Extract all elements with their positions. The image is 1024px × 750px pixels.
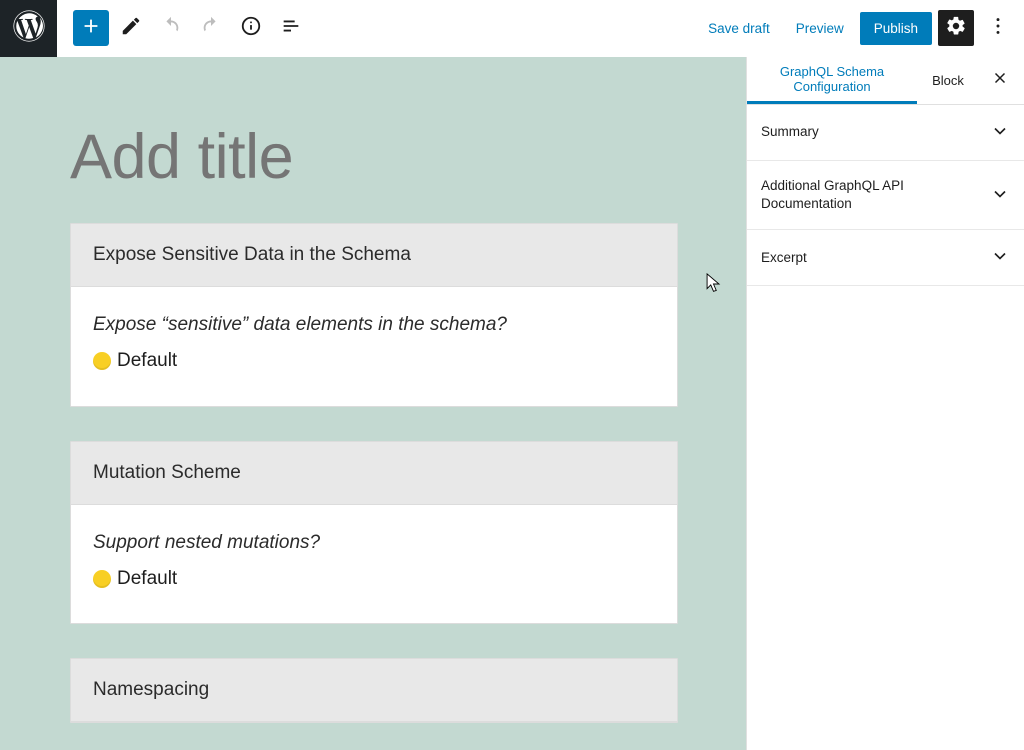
card-header: Mutation Scheme bbox=[71, 442, 677, 505]
panel-title: Additional GraphQL API Documentation bbox=[761, 177, 951, 213]
pencil-icon bbox=[120, 15, 142, 42]
wp-home-button[interactable] bbox=[0, 0, 57, 57]
settings-button[interactable] bbox=[938, 10, 974, 46]
kebab-icon bbox=[987, 15, 1009, 42]
list-icon bbox=[280, 15, 302, 42]
tab-graphql-schema-config[interactable]: GraphQL Schema Configuration bbox=[747, 57, 917, 104]
gear-icon bbox=[945, 15, 967, 42]
undo-icon bbox=[160, 15, 182, 42]
card-header: Expose Sensitive Data in the Schema bbox=[71, 224, 677, 287]
tab-block[interactable]: Block bbox=[917, 57, 979, 104]
edit-tools-button[interactable] bbox=[113, 10, 149, 46]
redo-icon bbox=[200, 15, 222, 42]
document-outline-button[interactable] bbox=[273, 10, 309, 46]
panel-title: Summary bbox=[761, 123, 819, 141]
info-icon bbox=[240, 15, 262, 42]
card-prompt: Support nested mutations? bbox=[93, 527, 655, 559]
add-block-button[interactable] bbox=[73, 10, 109, 46]
editor-canvas[interactable]: Expose Sensitive Data in the Schema Expo… bbox=[0, 57, 746, 750]
schema-block-namespacing[interactable]: Namespacing bbox=[70, 658, 678, 723]
chevron-down-icon bbox=[990, 184, 1010, 207]
card-value: Default bbox=[117, 563, 177, 595]
schema-block-mutation-scheme[interactable]: Mutation Scheme Support nested mutations… bbox=[70, 441, 678, 625]
panel-title: Excerpt bbox=[761, 249, 807, 267]
settings-sidebar: GraphQL Schema Configuration Block Summa… bbox=[746, 57, 1024, 750]
wordpress-logo-icon bbox=[12, 9, 46, 48]
close-sidebar-button[interactable] bbox=[979, 57, 1021, 104]
plus-icon bbox=[80, 15, 102, 42]
save-draft-link[interactable]: Save draft bbox=[698, 13, 780, 44]
chevron-down-icon bbox=[990, 121, 1010, 144]
card-header: Namespacing bbox=[71, 659, 677, 722]
card-value: Default bbox=[117, 345, 177, 377]
card-prompt: Expose “sensitive” data elements in the … bbox=[93, 309, 655, 341]
close-icon bbox=[991, 69, 1009, 92]
publish-button[interactable]: Publish bbox=[860, 12, 932, 45]
panel-additional-docs[interactable]: Additional GraphQL API Documentation bbox=[747, 161, 1024, 230]
redo-button[interactable] bbox=[193, 10, 229, 46]
preview-link[interactable]: Preview bbox=[786, 13, 854, 44]
chevron-down-icon bbox=[990, 246, 1010, 269]
panel-summary[interactable]: Summary bbox=[747, 105, 1024, 161]
status-dot-icon bbox=[93, 570, 111, 588]
more-options-button[interactable] bbox=[980, 10, 1016, 46]
panel-excerpt[interactable]: Excerpt bbox=[747, 230, 1024, 286]
status-dot-icon bbox=[93, 352, 111, 370]
undo-button[interactable] bbox=[153, 10, 189, 46]
post-title-input[interactable] bbox=[70, 81, 676, 223]
document-info-button[interactable] bbox=[233, 10, 269, 46]
schema-block-expose-sensitive[interactable]: Expose Sensitive Data in the Schema Expo… bbox=[70, 223, 678, 407]
